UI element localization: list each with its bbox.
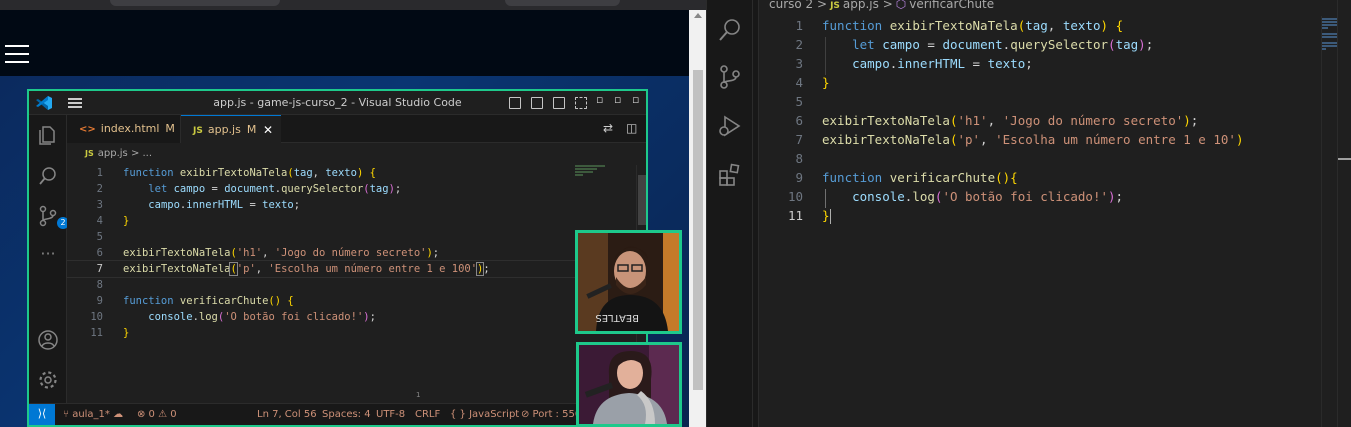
browser-top-bar [0,0,707,10]
more-icon[interactable]: ··· [37,245,59,267]
hamburger-icon[interactable] [5,45,29,63]
stream-capture: app.js - game-js-curso_2 - Visual Studio… [0,0,707,427]
toggle-sidebar-icon[interactable] [509,97,521,109]
method-icon: ⬡ [895,0,907,11]
restore-icon[interactable]: ▫ [614,93,621,106]
vscode-activity-bar: 2 ··· [29,115,69,403]
breadcrumb: JS app.js > ... [67,143,646,165]
vscode-main: curso 2 > JS app.js > ⬡ verificarChute 1 func… [707,0,1351,427]
js-file-icon: JS [830,1,840,11]
breadcrumb: curso 2 > JS app.js > ⬡ verificarChute [769,0,994,13]
page-marker: 1 [416,391,421,399]
html-file-icon: <> [79,124,96,135]
text-cursor [829,209,832,224]
source-control-icon[interactable] [717,64,743,90]
settings-icon[interactable] [37,369,59,391]
files-icon[interactable] [37,124,59,146]
editor-scrollbar[interactable] [1337,0,1351,427]
branch-status[interactable]: ⑂ aula_1* ☁ [63,405,123,425]
split-editor-icon[interactable]: ◫ [626,121,637,135]
code-editor[interactable]: 1 function exibirTextoNaTela(tag, texto) … [66,165,646,403]
indentation-status[interactable]: Spaces: 4 [322,405,371,425]
page-scrollbar[interactable] [689,10,707,427]
tab-app-js[interactable]: JS app.js M ✕ [181,115,281,143]
editor-tabs: <>index.htmlM JSapp.jsM ✕ ⇄ ◫ ··· [67,115,648,143]
search-icon[interactable] [37,165,59,187]
extensions-icon[interactable] [717,162,743,188]
remote-icon[interactable]: ⟩⟨ [29,404,55,425]
customize-layout-icon[interactable] [575,97,587,109]
eol-status[interactable]: CRLF [415,405,440,425]
more-actions-icon[interactable]: ··· [647,121,648,135]
webcam-presenter-1: BEATLES [575,230,682,334]
streamed-vscode-window: app.js - game-js-curso_2 - Visual Studio… [27,89,648,427]
minimize-icon[interactable]: ▫ [596,93,603,106]
search-icon[interactable] [717,17,743,43]
js-file-icon: JS [85,149,94,158]
svg-text:BEATLES: BEATLES [595,312,639,323]
close-tab-icon[interactable]: ✕ [263,116,273,144]
toggle-panel-icon[interactable] [531,97,543,109]
webcam-presenter-2 [576,342,682,427]
problems-status[interactable]: ⊗ 0 ⚠ 0 [137,405,177,425]
cursor-position[interactable]: Ln 7, Col 56 [257,405,317,425]
minimap[interactable] [575,165,625,205]
code-editor[interactable]: 1 function exibirTextoNaTela(tag, texto) … [759,16,1351,427]
tab-index-html[interactable]: <> index.html M [67,115,181,143]
language-status[interactable]: { } JavaScript [450,405,519,425]
run-debug-icon[interactable] [717,113,743,139]
encoding-status[interactable]: UTF-8 [376,405,405,425]
toggle-secondary-sidebar-icon[interactable] [553,97,565,109]
js-file-icon: JS [193,126,203,136]
compare-changes-icon[interactable]: ⇄ [603,121,613,135]
site-header [0,10,689,76]
minimap-edge [1321,16,1322,427]
account-icon[interactable] [37,329,59,351]
port-status[interactable]: ⊘ Port : 550 [521,405,581,425]
status-bar: ⟩⟨ ⑂ aula_1* ☁ ⊗ 0 ⚠ 0 Ln 7, Col 56 Spac… [29,403,646,425]
source-control-icon[interactable]: 2 [37,205,69,229]
vscode-title-bar: app.js - game-js-curso_2 - Visual Studio… [29,91,646,115]
close-window-icon[interactable]: ▫ [632,93,639,106]
activity-bar [707,0,753,427]
